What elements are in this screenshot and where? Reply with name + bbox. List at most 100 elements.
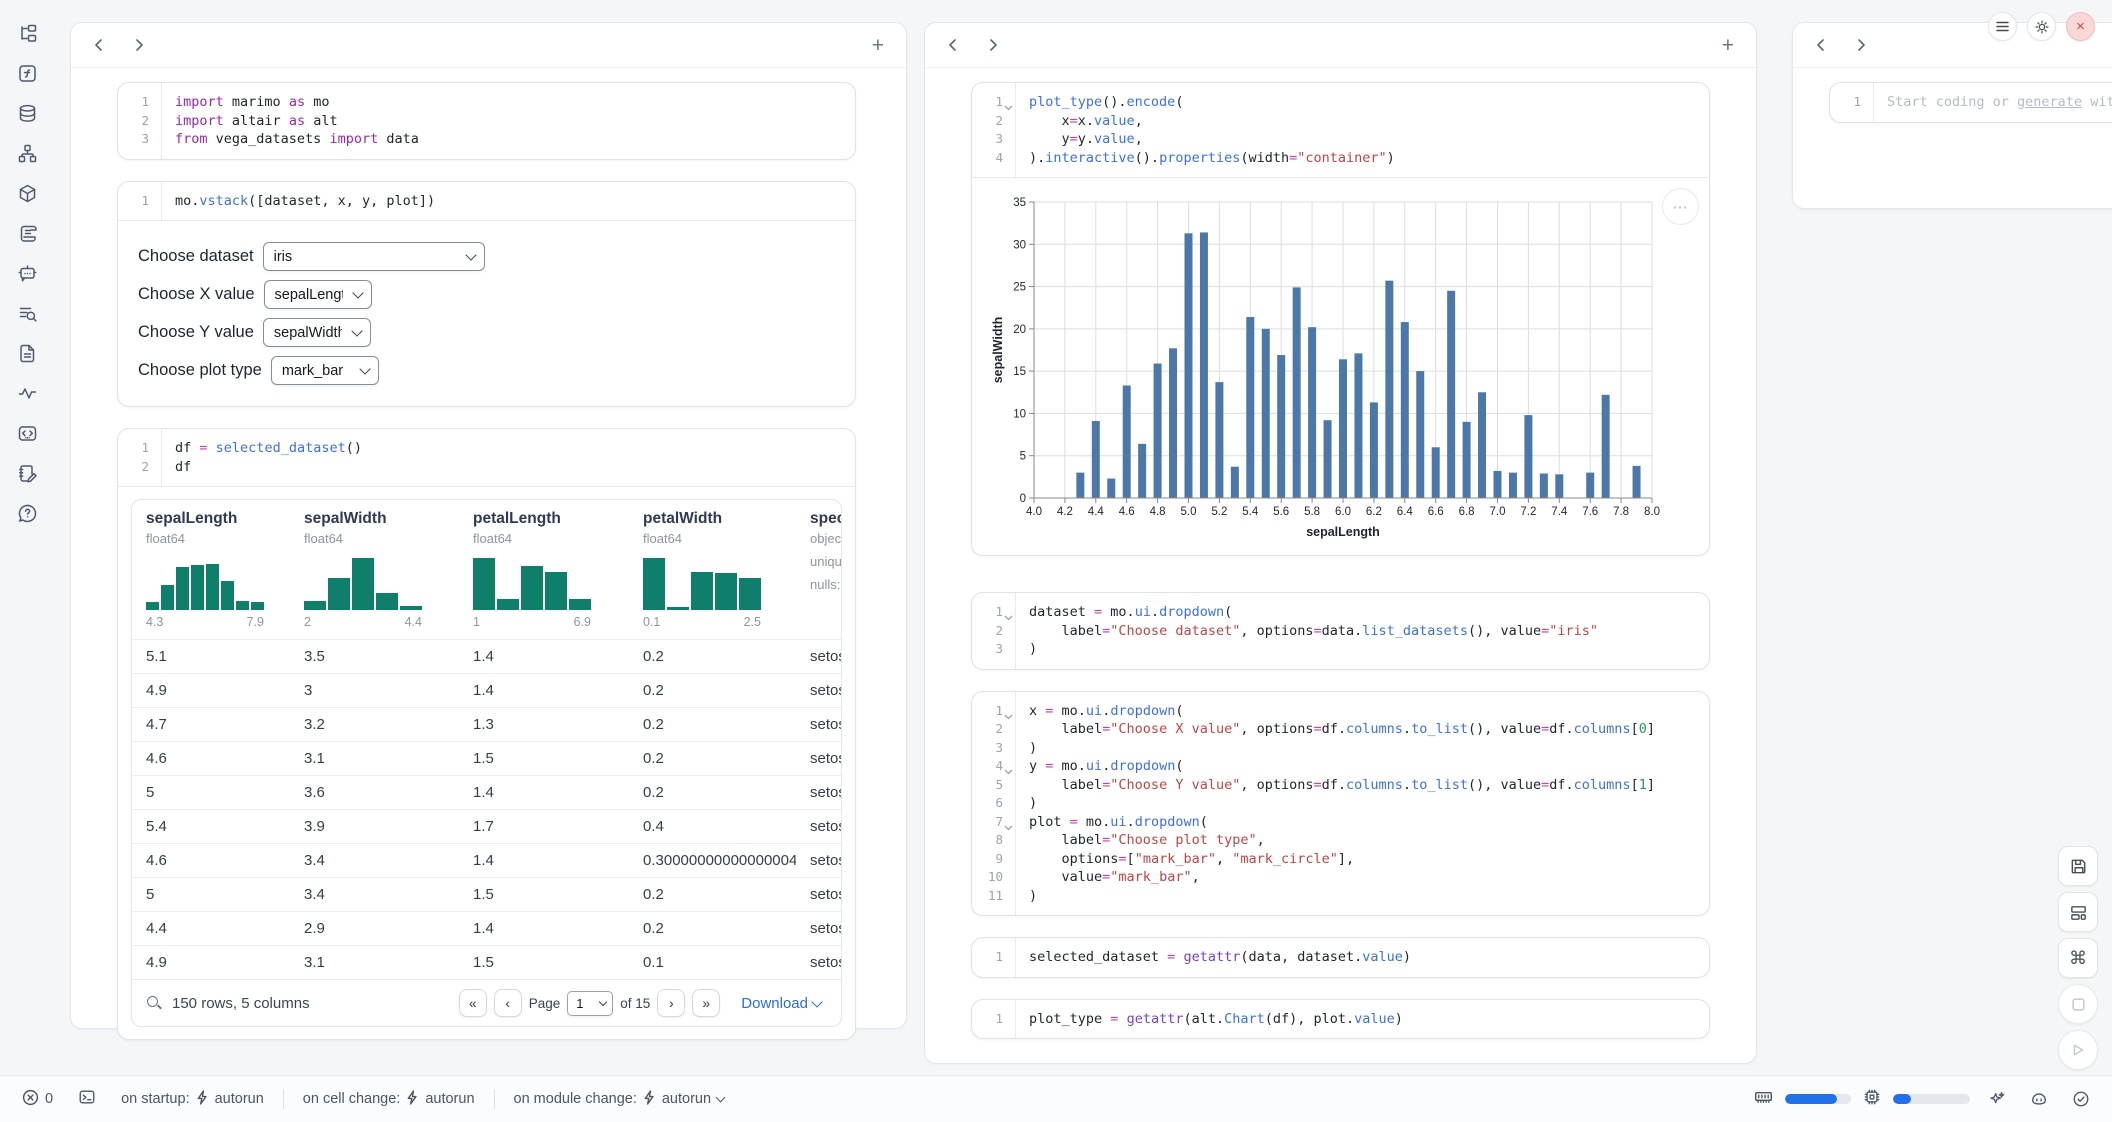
copilot-icon[interactable] bbox=[2024, 1089, 2054, 1109]
code-editor[interactable]: 1mo.vstack([dataset, x, y, plot]) bbox=[118, 182, 855, 221]
on-cell-change-setting[interactable]: on cell change: autorun bbox=[297, 1089, 481, 1110]
column-next-icon[interactable] bbox=[982, 34, 1005, 56]
line-number: 2 bbox=[118, 458, 149, 477]
add-cell-button[interactable]: + bbox=[1716, 33, 1740, 58]
svg-text:6.4: 6.4 bbox=[1397, 506, 1414, 518]
choose-dataset-select[interactable]: iris bbox=[263, 242, 485, 271]
dataframe-output: sepalLengthfloat644.37.9sepalWidthfloat6… bbox=[118, 487, 855, 1039]
packages-icon[interactable] bbox=[14, 180, 40, 206]
search-icon[interactable] bbox=[146, 995, 162, 1011]
chevron-down-icon bbox=[811, 996, 822, 1007]
layout-icon[interactable] bbox=[2058, 892, 2098, 932]
terminal-icon[interactable] bbox=[72, 1087, 102, 1111]
column-histogram bbox=[643, 558, 761, 610]
code-line: import marimo as mo bbox=[175, 93, 419, 112]
error-circle-icon bbox=[22, 1089, 39, 1110]
code-editor[interactable]: 123import marimo as moimport altair as a… bbox=[118, 83, 855, 159]
fold-chevron-icon[interactable] bbox=[1004, 98, 1013, 117]
stop-icon[interactable] bbox=[2058, 984, 2098, 1024]
ai-sparkles-icon[interactable] bbox=[1982, 1089, 2012, 1109]
column-next-icon[interactable] bbox=[128, 34, 151, 56]
on-startup-setting[interactable]: on startup: autorun bbox=[115, 1089, 270, 1110]
close-icon[interactable]: × bbox=[2066, 12, 2095, 41]
code-editor[interactable]: 1234567891011x = mo.ui.dropdown( label="… bbox=[972, 692, 1709, 916]
svg-text:15: 15 bbox=[1013, 366, 1026, 378]
choose-x-value-select[interactable]: sepalLength bbox=[264, 280, 372, 309]
fold-chevron-icon[interactable] bbox=[1004, 762, 1013, 781]
code-editor[interactable]: 12df = selected_dataset()df bbox=[118, 429, 855, 486]
svg-text:0: 0 bbox=[1020, 493, 1026, 505]
column-prev-icon[interactable] bbox=[87, 34, 110, 56]
dependency-graph-icon[interactable] bbox=[14, 140, 40, 166]
table-cell: 1.7 bbox=[459, 818, 629, 835]
line-number: 1 bbox=[118, 192, 149, 211]
table-row: 5.13.51.40.2setos bbox=[132, 639, 841, 673]
page-select[interactable]: 1 bbox=[567, 991, 613, 1016]
menu-icon[interactable] bbox=[1988, 12, 2017, 41]
settings-gear-icon[interactable] bbox=[2027, 12, 2056, 41]
file-explorer-icon[interactable] bbox=[14, 20, 40, 46]
tracing-icon[interactable] bbox=[14, 380, 40, 406]
documentation-icon[interactable] bbox=[14, 340, 40, 366]
control-label: Choose X value bbox=[138, 285, 255, 304]
fold-chevron-icon[interactable] bbox=[1004, 608, 1013, 627]
functions-icon[interactable] bbox=[14, 60, 40, 86]
run-all-icon[interactable] bbox=[2058, 1030, 2098, 1070]
add-cell-button[interactable]: + bbox=[866, 33, 890, 58]
table-cell: setos bbox=[796, 886, 841, 903]
errors-indicator[interactable]: 0 bbox=[16, 1088, 59, 1111]
column-prev-icon[interactable] bbox=[941, 34, 964, 56]
connection-status-icon[interactable] bbox=[2066, 1089, 2096, 1109]
first-page-button[interactable]: « bbox=[459, 989, 487, 1017]
column-next-icon[interactable] bbox=[1850, 34, 1873, 56]
ai-chat-icon[interactable] bbox=[14, 260, 40, 286]
code-editor[interactable]: 1Start coding or generate with AI bbox=[1830, 83, 2112, 122]
code-editor[interactable]: 1234plot_type().encode( x=x.value, y=y.v… bbox=[972, 83, 1709, 177]
memory-usage-meter[interactable] bbox=[1785, 1094, 1851, 1104]
vstack-output: Choose dataset iris Choose X value sepalLen… bbox=[118, 221, 855, 406]
cpu-usage-meter[interactable] bbox=[1893, 1094, 1970, 1104]
line-number: 8 bbox=[972, 831, 1003, 850]
marimo-app: + 123import marimo as moimport altair as… bbox=[0, 0, 2112, 1122]
control-label: Choose dataset bbox=[138, 247, 254, 266]
fold-chevron-icon[interactable] bbox=[1004, 707, 1013, 726]
download-button[interactable]: Download bbox=[735, 994, 827, 1013]
column-stat: uniqu bbox=[810, 554, 841, 569]
next-page-button[interactable]: › bbox=[657, 989, 685, 1017]
table-cell: 5 bbox=[132, 886, 290, 903]
choose-y-value-select[interactable]: sepalWidth bbox=[263, 318, 371, 347]
chart-menu-icon[interactable]: ⋯ bbox=[1662, 188, 1699, 225]
datasources-icon[interactable] bbox=[14, 100, 40, 126]
help-icon[interactable] bbox=[14, 500, 40, 526]
svg-text:4.4: 4.4 bbox=[1088, 506, 1105, 518]
table-footer: 150 rows, 5 columns « ‹ Page 1 of 15 › »… bbox=[132, 979, 841, 1026]
keyboard-shortcuts-icon[interactable]: ⌘ bbox=[2058, 938, 2098, 978]
code-line: dataset = mo.ui.dropdown( bbox=[1029, 603, 1598, 622]
vstack-cell: 1mo.vstack([dataset, x, y, plot]) Choose… bbox=[117, 181, 856, 408]
on-module-change-setting[interactable]: on module change: autorun bbox=[508, 1089, 731, 1110]
line-number: 5 bbox=[972, 776, 1003, 795]
empty-cell[interactable]: 1Start coding or generate with AI bbox=[1829, 82, 2112, 123]
line-numbers: 1234567891011 bbox=[972, 692, 1016, 916]
code-editor[interactable]: 123dataset = mo.ui.dropdown( label="Choo… bbox=[972, 593, 1709, 669]
table-cell: 3.5 bbox=[290, 648, 459, 665]
code-editor[interactable]: 1selected_dataset = getattr(data, datase… bbox=[972, 938, 1709, 977]
column-prev-icon[interactable] bbox=[1809, 34, 1832, 56]
logs-icon[interactable] bbox=[14, 220, 40, 246]
bar-chart[interactable]: 4.04.24.44.64.85.05.25.45.65.86.06.26.46… bbox=[990, 194, 1699, 547]
prev-page-button[interactable]: ‹ bbox=[494, 989, 522, 1017]
table-cell: setos bbox=[796, 954, 841, 971]
code-editor[interactable]: 1plot_type = getattr(alt.Chart(df), plot… bbox=[972, 1000, 1709, 1039]
choose-plot-type-select[interactable]: mark_bar bbox=[271, 356, 379, 385]
last-page-button[interactable]: » bbox=[692, 989, 720, 1017]
line-number: 10 bbox=[972, 868, 1003, 887]
scratchpad-icon[interactable] bbox=[14, 460, 40, 486]
save-icon[interactable] bbox=[2058, 846, 2098, 886]
snippets-icon[interactable] bbox=[14, 420, 40, 446]
table-cell: 0.2 bbox=[629, 716, 796, 733]
variables-search-icon[interactable] bbox=[14, 300, 40, 326]
line-number: 3 bbox=[118, 130, 149, 149]
table-cell: 0.2 bbox=[629, 750, 796, 767]
fold-chevron-icon[interactable] bbox=[1004, 818, 1013, 837]
column-header: petalWidthfloat640.12.5 bbox=[629, 510, 796, 629]
